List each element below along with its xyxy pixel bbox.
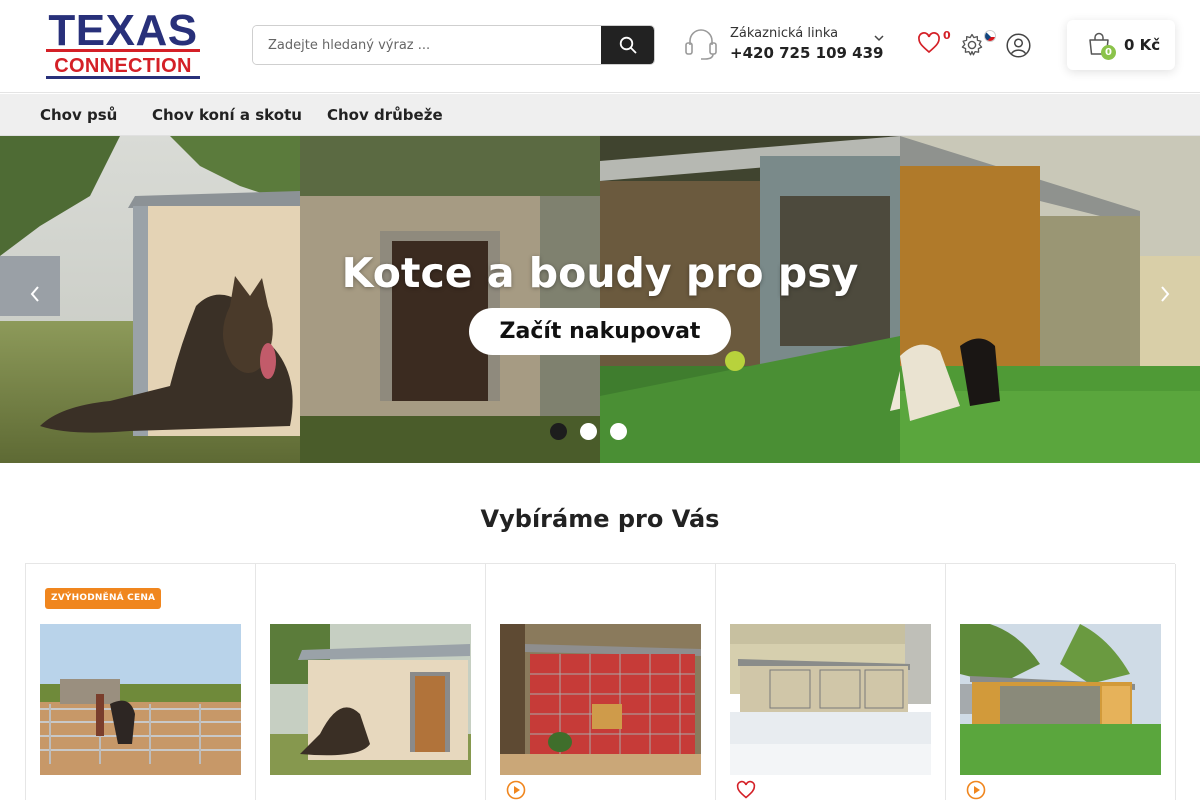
heart-icon[interactable] [736, 780, 756, 800]
support-phone[interactable]: +420 725 109 439 [730, 44, 883, 62]
product-card[interactable] [946, 564, 1176, 800]
product-grid: ZVÝHODNĚNÁ CENA [25, 563, 1176, 800]
hero-image-kennel-run [600, 136, 900, 463]
slider-next-button[interactable] [1152, 281, 1178, 307]
play-icon[interactable] [506, 780, 526, 800]
product-image-red-kennel[interactable] [500, 624, 701, 775]
texas-connection-logo[interactable]: TEXAS CONNECTION [46, 9, 200, 80]
start-shopping-button[interactable]: Začít nakupovat [469, 308, 731, 355]
slider-dot-1[interactable] [550, 423, 567, 440]
product-image-large-wooden-kennel[interactable] [960, 624, 1161, 775]
product-card[interactable] [486, 564, 716, 800]
chevron-left-icon [30, 286, 39, 302]
hero-slider: Kotce a boudy pro psy Začít nakupovat [0, 136, 1200, 463]
play-icon[interactable] [966, 780, 986, 800]
cart-total: 0 Kč [1124, 36, 1161, 54]
gear-icon[interactable] [960, 33, 984, 57]
search-button[interactable] [601, 26, 654, 64]
product-image-kennels-snow[interactable] [730, 624, 931, 775]
cart-button[interactable]: 0 0 Kč [1067, 20, 1175, 70]
main-navigation: Chov psů Chov koní a skotu Chov drůbeže [0, 94, 1200, 136]
logo-text-texas: TEXAS [46, 9, 200, 53]
product-card[interactable] [716, 564, 946, 800]
slider-prev-button[interactable] [22, 281, 48, 307]
product-card[interactable] [256, 564, 486, 800]
section-title: Vybíráme pro Vás [480, 505, 720, 533]
hero-title: Kotce a boudy pro psy [341, 249, 859, 297]
czech-flag-icon[interactable] [984, 30, 996, 42]
user-account-icon[interactable] [1006, 33, 1031, 58]
cart-count-badge: 0 [1101, 45, 1116, 60]
chevron-right-icon [1161, 286, 1170, 302]
slider-dot-2[interactable] [580, 423, 597, 440]
hero-image-kennel-door [300, 136, 600, 463]
chevron-down-icon[interactable] [873, 32, 885, 44]
headset-icon [685, 29, 717, 60]
customer-support[interactable]: Zákaznická linka +420 725 109 439 [683, 24, 888, 68]
product-card[interactable]: ZVÝHODNĚNÁ CENA [26, 564, 256, 800]
search-bar [252, 25, 655, 65]
nav-item-dog-breeding[interactable]: Chov psů [40, 106, 117, 124]
search-icon [619, 36, 636, 54]
nav-item-poultry-breeding[interactable]: Chov drůbeže [327, 106, 443, 124]
wishlist-count: 0 [943, 29, 951, 42]
slider-dot-3[interactable] [610, 423, 627, 440]
wishlist-heart-icon[interactable] [917, 32, 941, 54]
search-input[interactable] [253, 26, 603, 64]
site-header: TEXAS CONNECTION Zákaznická linka +420 7… [0, 0, 1200, 93]
product-image-horse-round-pen[interactable] [40, 624, 241, 775]
discount-badge: ZVÝHODNĚNÁ CENA [45, 588, 162, 609]
logo-text-connection: CONNECTION [46, 55, 200, 79]
nav-item-horse-cattle-breeding[interactable]: Chov koní a skotu [152, 106, 302, 124]
support-label: Zákaznická linka [730, 26, 839, 41]
product-image-dog-kennel-shepherd[interactable] [270, 624, 471, 775]
